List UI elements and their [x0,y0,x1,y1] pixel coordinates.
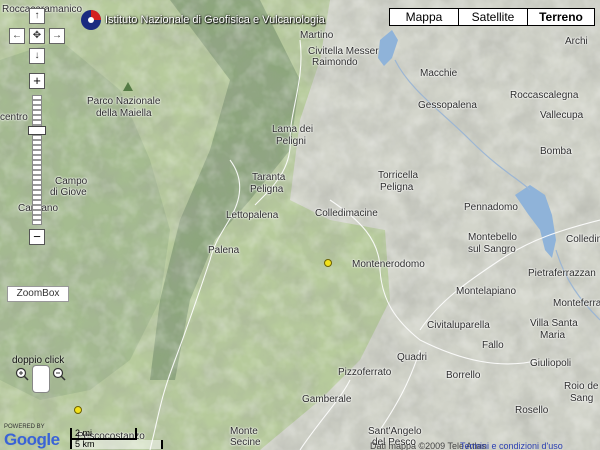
zoom-out-magnifier-icon[interactable] [52,367,66,381]
place-label: Civitaluparella [427,320,490,331]
place-label: Peligni [276,136,307,147]
zoom-slider-thumb[interactable] [28,126,46,135]
arrow-down-icon: ↓ [34,50,40,61]
park-marker-icon [123,82,133,91]
place-label: Maria [540,330,566,341]
pan-up-button[interactable]: ↑ [29,8,45,24]
place-label: Roccascalegna [510,90,579,101]
terrain-layer[interactable] [0,0,600,450]
arrow-right-icon: → [52,30,62,41]
scale-bar: 2 mi 5 km [70,428,163,450]
maptype-mappa-button[interactable]: Mappa [389,8,459,26]
place-label: della Maiella [96,108,152,119]
arrow-left-icon: ← [12,30,22,41]
place-label: Lettopalena [226,210,279,221]
place-label: Sant'Angelo [368,426,422,437]
town-marker-icon[interactable] [324,259,332,267]
ingv-title: Istituto Nazionale di Geofisica e Vulcan… [105,14,325,26]
place-label: Colledimacine [315,208,378,219]
place-label: Parco Nazionale [87,96,161,107]
place-label: Archi [565,36,588,47]
maptype-terreno-button[interactable]: Terreno [527,8,595,26]
place-label: Peligna [380,182,414,193]
place-label: Pietraferrazzan [528,268,596,279]
place-label: Montebello [468,232,517,243]
google-logo-text: Google [4,430,60,449]
plus-icon: + [33,73,41,88]
place-label: Macchie [420,68,458,79]
center-icon: ✥ [32,30,42,41]
place-label: Giuliopoli [530,358,572,369]
arrow-up-icon: ↑ [34,10,40,21]
place-label: centro [0,112,28,123]
town-marker-icon[interactable] [74,406,82,414]
place-label: Colledimezzo [566,234,600,245]
place-label: Gessopalena [418,100,477,111]
place-label: Vallecupa [540,110,584,121]
scale-km: 5 km [70,440,163,449]
zoom-in-button[interactable]: + [29,73,45,89]
pan-left-button[interactable]: ← [9,28,25,44]
ingv-logo-icon [81,10,101,30]
place-label: Bomba [540,146,572,157]
place-label: di Giove [50,187,87,198]
place-label: Martino [300,30,334,41]
place-label: Peligna [250,184,284,195]
place-label: Lama dei [272,124,314,135]
pan-center-button[interactable]: ✥ [29,28,45,44]
place-label: Monte [230,426,258,437]
zoom-out-button[interactable]: − [29,229,45,245]
place-label: Montelapiano [456,286,517,297]
place-label: Pizzoferrato [338,367,392,378]
zoombox-button[interactable]: ZoomBox [7,286,69,302]
place-label: Secine [230,437,261,448]
place-label: Fallo [482,340,504,351]
place-label: Villa Santa [530,318,578,329]
place-label: Borrello [446,370,481,381]
place-label: Montenerodomo [352,259,425,270]
place-label: Monteferra [553,298,600,309]
place-label: Gamberale [302,394,352,405]
terms-link[interactable]: Termini e condizioni d'uso [460,441,563,450]
pan-right-button[interactable]: → [49,28,65,44]
zoom-in-magnifier-icon[interactable] [15,367,29,381]
place-label: Palena [208,245,240,256]
place-label: sul Sangro [468,244,516,255]
minus-icon: − [33,229,41,244]
place-label: Taranta [252,172,286,183]
place-label: Rosello [515,405,549,416]
zoom-slider-track[interactable] [32,95,42,225]
place-label: Sang [570,393,594,404]
place-label: Pennadomo [464,202,518,213]
ingv-header: Istituto Nazionale di Geofisica e Vulcan… [80,9,325,31]
place-label: Campo [55,176,88,187]
place-label: Civitella Messer [308,46,379,57]
place-label: Quadri [397,352,428,363]
place-label: Roio de [564,381,599,392]
place-label: Raimondo [312,57,358,68]
maptype-satellite-button[interactable]: Satellite [458,8,528,26]
google-logo[interactable]: Google [4,430,60,450]
pan-down-button[interactable]: ↓ [29,48,45,64]
doppio-click-slider[interactable] [32,365,50,393]
map-canvas[interactable]: Roccacaramanico Martino Civitella Messer… [0,0,600,450]
map-type-control: Mappa Satellite Terreno [389,8,595,26]
place-label: Torricella [378,170,419,181]
